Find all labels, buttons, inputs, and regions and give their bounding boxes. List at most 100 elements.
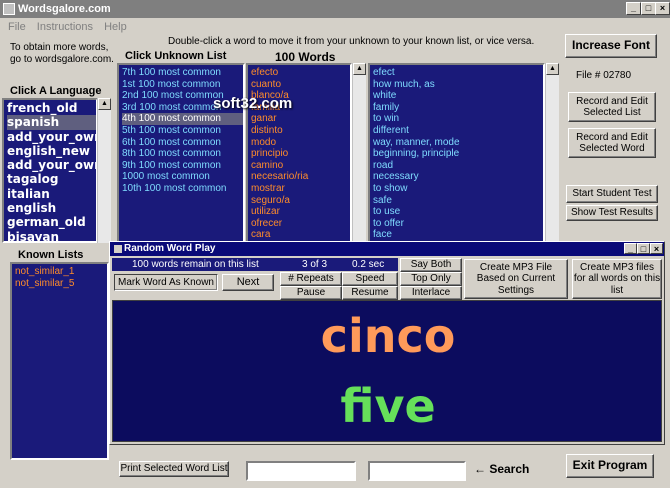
language-scrollbar[interactable]: ▲ [97,98,111,243]
spanish-scrollbar[interactable]: ▲ [352,63,366,243]
count-text: 3 of 3 [302,259,328,270]
spanish-words-panel[interactable]: efecto cuanto blanco/a familia ganar distinto… [246,63,352,243]
unknown-list-item[interactable]: 7th 100 most common [122,67,243,79]
scroll-up-arrow[interactable]: ▲ [353,63,366,75]
spanish-word-item[interactable]: necesario/ria [251,171,350,183]
say-both-button[interactable]: Say Both [400,258,462,272]
known-lists-panel[interactable]: not_similar_1 not_similar_5 [10,262,109,460]
close-button[interactable]: × [655,2,670,15]
english-scrollbar[interactable]: ▲ [545,63,559,243]
unknown-list-item[interactable]: 6th 100 most common [122,137,243,149]
english-word-item[interactable]: to use [373,206,543,218]
language-item[interactable]: english_new [7,144,96,158]
search-input-right[interactable] [368,461,466,481]
maximize-button[interactable]: □ [641,2,656,15]
language-item[interactable]: french_old [7,101,96,115]
english-word-item[interactable]: family [373,102,543,114]
create-mp3-all-button[interactable]: Create MP3 files for all words on this l… [572,259,662,299]
english-word-item[interactable]: white [373,90,543,102]
search-input-left[interactable] [246,461,356,481]
spanish-word-item[interactable]: ganar [251,113,350,125]
unknown-list-item[interactable]: 9th 100 most common [122,160,243,172]
english-words-panel[interactable]: efect how much, as white family to win differ… [368,63,545,243]
english-word-item[interactable]: safe [373,195,543,207]
create-mp3-current-button[interactable]: Create MP3 File Based on Current Setting… [464,259,568,299]
popup-icon [114,245,122,253]
english-word-item[interactable]: to show [373,183,543,195]
start-test-button[interactable]: Start Student Test [566,185,658,203]
language-item[interactable]: german_old [7,215,96,229]
word-display-area: cinco five [112,300,662,442]
menu-instructions[interactable]: Instructions [37,21,93,33]
unknown-list-item[interactable]: 4th 100 most common [122,113,243,125]
top-only-button[interactable]: Top Only [400,272,462,286]
spanish-word-item[interactable]: principio [251,148,350,160]
english-word-item[interactable]: necessary [373,171,543,183]
unknown-list-item[interactable]: 5th 100 most common [122,125,243,137]
english-word-item[interactable]: face [373,229,543,241]
english-word-item[interactable]: efect [373,67,543,79]
record-word-button[interactable]: Record and Edit Selected Word [568,128,656,158]
increase-font-button[interactable]: Increase Font [565,34,657,58]
spanish-word-item[interactable]: cara [251,229,350,241]
language-item[interactable]: add_your_own2 [7,158,96,172]
spanish-word-item[interactable]: ofrecer [251,218,350,230]
words-remain-text: 100 words remain on this list [132,259,259,270]
show-results-button[interactable]: Show Test Results [566,205,658,221]
english-word-item[interactable]: to win [373,113,543,125]
english-word-item[interactable]: beginning, principle [373,148,543,160]
print-list-button[interactable]: Print Selected Word List [119,461,229,477]
spanish-word-item[interactable]: cuanto [251,79,350,91]
english-word-item[interactable]: how much, as [373,79,543,91]
spanish-word-item[interactable]: utilizar [251,206,350,218]
language-item[interactable]: english [7,201,96,215]
minimize-button[interactable]: _ [626,2,641,15]
spanish-word-item[interactable]: distinto [251,125,350,137]
english-word-item[interactable]: different [373,125,543,137]
app-icon [3,3,15,15]
repeats-button[interactable]: # Repeats [280,272,342,286]
unknown-list-item[interactable]: 8th 100 most common [122,148,243,160]
language-list[interactable]: french_oldspanishadd_your_own1english_ne… [2,98,98,243]
english-word-item[interactable]: way, manner, mode [373,137,543,149]
english-word-item[interactable]: to offer [373,218,543,230]
mark-known-button[interactable]: Mark Word As Known [114,274,218,291]
known-list-item[interactable]: not_similar_5 [15,278,107,290]
exit-button[interactable]: Exit Program [566,454,654,478]
language-item[interactable]: bisayan [7,230,96,241]
unknown-list-panel[interactable]: 7th 100 most common 1st 100 most common 2n… [117,63,245,243]
record-list-button[interactable]: Record and Edit Selected List [568,92,656,122]
resume-button[interactable]: Resume [342,286,398,300]
speed-button[interactable]: Speed [342,272,398,286]
language-item[interactable]: tagalog [7,172,96,186]
unknown-list-item[interactable]: 10th 100 most common [122,183,243,195]
pause-button[interactable]: Pause [280,286,342,300]
unknown-list-item[interactable]: 1st 100 most common [122,79,243,91]
menu-file[interactable]: File [8,21,26,33]
title-bar: Wordsgalore.com [0,0,670,18]
spanish-word-item[interactable]: seguro/a [251,195,350,207]
scroll-up-arrow[interactable]: ▲ [546,63,559,75]
language-item[interactable]: italian [7,187,96,201]
known-lists-heading: Known Lists [18,249,84,261]
known-list-item[interactable]: not_similar_1 [15,266,107,278]
spanish-word-item[interactable]: efecto [251,67,350,79]
status-bar: 100 words remain on this list 3 of 3 0.2… [112,258,398,271]
popup-maximize-button[interactable]: □ [637,243,650,254]
language-item[interactable]: spanish [7,115,96,130]
spanish-word-item[interactable]: camino [251,160,350,172]
popup-minimize-button[interactable]: _ [624,243,637,254]
time-text: 0.2 sec [352,259,385,270]
menu-help[interactable]: Help [104,21,127,33]
spanish-word-item[interactable]: mostrar [251,183,350,195]
popup-close-button[interactable]: × [650,243,663,254]
unknown-list-item[interactable]: 1000 most common [122,171,243,183]
spanish-word-item[interactable]: modo [251,137,350,149]
language-item[interactable]: add_your_own1 [7,130,96,144]
scroll-up-arrow[interactable]: ▲ [98,98,111,110]
english-word-item[interactable]: road [373,160,543,172]
info-text: To obtain more words, go to wordsgalore.… [10,42,114,65]
interlace-button[interactable]: Interlace [400,286,462,300]
word-bottom: five [340,379,436,433]
next-button[interactable]: Next [222,274,274,291]
